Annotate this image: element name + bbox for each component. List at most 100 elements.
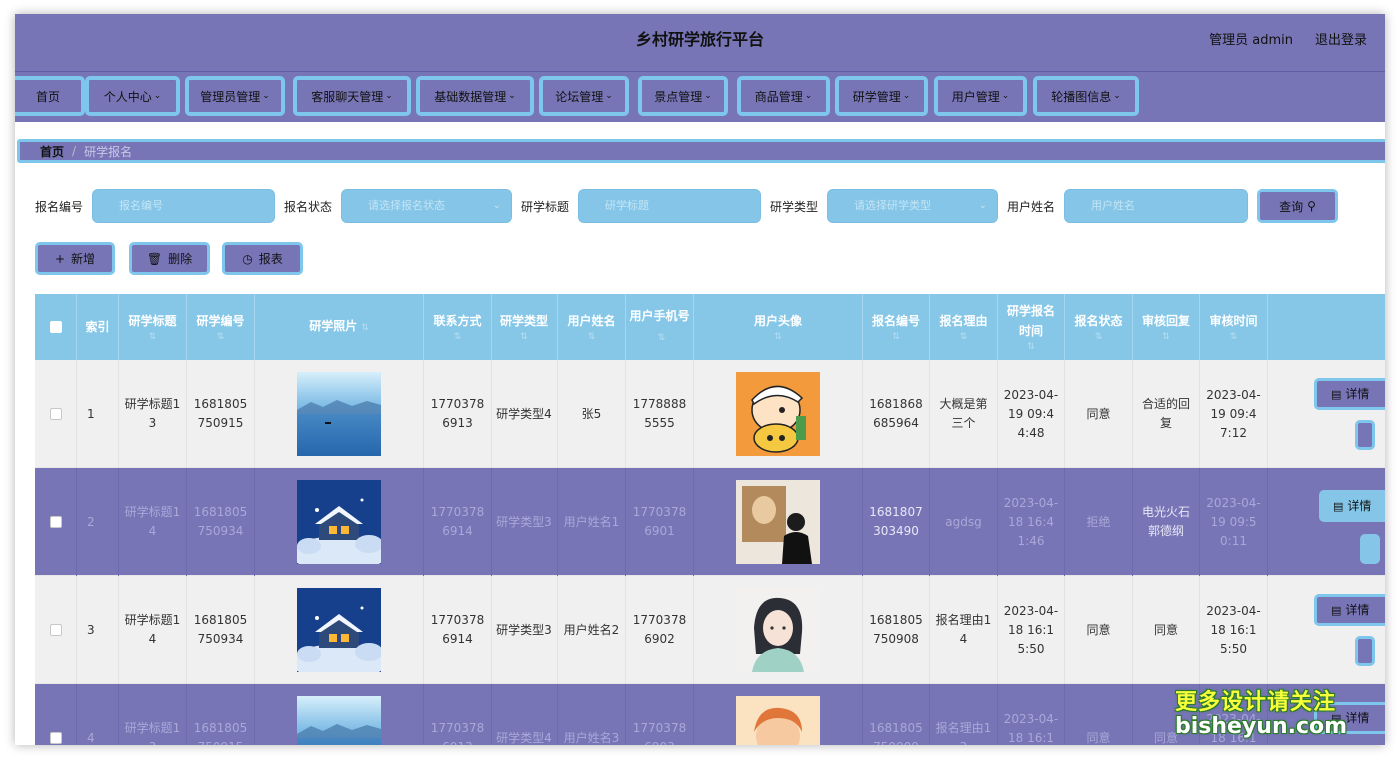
type-select[interactable]: 请选择研学类型 ⌄	[827, 189, 998, 223]
row-select-cell	[35, 360, 77, 468]
nav-item-4[interactable]: 基础数据管理 ⌄	[416, 76, 534, 116]
row-checkbox[interactable]	[49, 408, 62, 420]
delete-button-label: 删除	[168, 252, 193, 266]
nav-item-3[interactable]: 客服聊天管理 ⌄	[293, 76, 411, 116]
chevron-down-icon: ⌄	[1113, 91, 1121, 101]
column-header-5[interactable]: 研学类型 ⇅	[491, 294, 558, 360]
column-header-1[interactable]: 研学标题 ⇅	[119, 294, 187, 360]
cell-text: 17788885555	[632, 397, 687, 430]
column-header-label: 联系方式	[433, 314, 482, 328]
cell-signup_no: 1681868685964	[863, 360, 930, 468]
nav-item-9[interactable]: 用户管理 ⌄	[934, 76, 1027, 116]
column-header-8[interactable]: 用户头像 ⇅	[694, 294, 863, 360]
cell-title: 研学标题13	[119, 360, 187, 468]
nav-item-7[interactable]: 商品管理 ⌄	[737, 76, 830, 116]
add-button-label: 新增	[71, 252, 96, 266]
query-button[interactable]: 查询 ⚲	[1257, 189, 1338, 223]
add-button[interactable]: + 新增	[35, 242, 115, 275]
column-header-3[interactable]: 研学照片 ⇅	[255, 294, 424, 360]
column-header-11[interactable]: 研学报名时间 ⇅	[998, 294, 1065, 360]
column-header-13[interactable]: 审核回复 ⇅	[1133, 294, 1200, 360]
cell-index: 2	[77, 468, 119, 576]
cell-signup_time: 2023-04-18 16:41:46	[998, 468, 1065, 576]
study-photo	[255, 468, 424, 576]
table-header: 索引 研学标题 ⇅ 研学编号 ⇅ 研学照片 ⇅ 联系方式 ⇅ 研学类型 ⇅ 用户姓名 ⇅ 用户手机号⇅ 用户…	[35, 294, 1385, 360]
username-input[interactable]: 用户姓名	[1064, 189, 1248, 223]
cell-text: 研学类型3	[496, 622, 552, 637]
cell-text: 报名理由13	[935, 721, 992, 745]
column-header-6[interactable]: 用户姓名 ⇅	[558, 294, 626, 360]
user-avatar	[694, 684, 863, 745]
sort-icon: ⇅	[453, 332, 462, 342]
plus-icon: +	[54, 251, 66, 266]
cell-contact: 17703786914	[424, 576, 492, 684]
table-row[interactable]: 3 研学标题14 1681805750934 17703786914 研学类型3 用户姓名…	[35, 576, 1385, 684]
sort-icon: ⇅	[892, 332, 900, 342]
column-header-10[interactable]: 报名理由 ⇅	[930, 294, 998, 360]
chevron-down-icon: ⌄	[385, 91, 393, 101]
cell-name: 用户姓名2	[558, 576, 626, 684]
cell-phone: 17703786902	[626, 576, 694, 684]
cell-reason: 报名理由13	[930, 684, 998, 745]
row-checkbox[interactable]	[49, 732, 62, 744]
table-row[interactable]: 1 研学标题13 1681805750915 17703786913 研学类型4 张5 17…	[35, 360, 1385, 468]
cell-text: 1	[87, 406, 95, 421]
user-avatar	[694, 468, 863, 576]
detail-button[interactable]: ▤ 详情	[1314, 594, 1385, 626]
signup-no-input[interactable]: 报名编号	[92, 189, 275, 223]
column-header-7[interactable]: 用户手机号 ⇅	[626, 294, 694, 360]
cell-text: 研学类型4	[496, 730, 552, 745]
cell-phone: 17703786903	[626, 684, 694, 745]
nav-item-6[interactable]: 景点管理 ⌄	[638, 76, 728, 116]
sort-icon: ⇅	[1229, 332, 1238, 342]
cell-contact: 17703786913	[424, 360, 492, 468]
cell-text: 1681805750915	[193, 721, 248, 745]
report-button[interactable]: ◷ 报表	[222, 242, 303, 275]
cell-text: 1681805750908	[869, 613, 923, 646]
column-header-12[interactable]: 报名状态 ⇅	[1065, 294, 1133, 360]
nav-item-5[interactable]: 论坛管理 ⌄	[539, 76, 629, 116]
select-all-checkbox[interactable]	[49, 321, 62, 333]
cell-signup_time: 2023-04-19 09:44:48	[998, 360, 1065, 468]
type-select-placeholder: 请选择研学类型	[854, 199, 931, 212]
breadcrumb-separator: /	[72, 144, 77, 158]
column-header-4[interactable]: 联系方式 ⇅	[424, 294, 492, 360]
column-header-label: 研学报名时间	[1006, 304, 1055, 338]
breadcrumb: 首页 / 研学报名	[17, 139, 1385, 163]
cell-name: 用户姓名3	[558, 684, 626, 745]
nav-item-2[interactable]: 管理员管理 ⌄	[185, 76, 285, 116]
nav-item-1[interactable]: 个人中心 ⌄	[85, 76, 180, 116]
top-header: 乡村研学旅行平台 管理员 admin 退出登录	[15, 14, 1385, 72]
nav-item-10[interactable]: 轮播图信息 ⌄	[1033, 76, 1139, 116]
row-checkbox[interactable]	[49, 516, 62, 528]
nav-item-0[interactable]: 首页	[15, 76, 85, 116]
row-checkbox[interactable]	[49, 624, 62, 636]
cell-title: 研学标题14	[119, 576, 187, 684]
table-row[interactable]: 2 研学标题14 1681805750934 17703786914 研学类型3 用户姓名…	[35, 468, 1385, 576]
logout-link[interactable]: 退出登录	[1315, 29, 1367, 48]
cell-contact: 17703786913	[424, 684, 492, 745]
column-header-9[interactable]: 报名编号 ⇅	[863, 294, 930, 360]
status-select[interactable]: 请选择报名状态 ⌄	[341, 189, 512, 223]
query-button-label: 查询	[1279, 199, 1304, 214]
detail-button[interactable]: ▤ 详情	[1319, 490, 1385, 522]
delete-button[interactable]: 🗑 删除	[129, 242, 210, 275]
breadcrumb-home[interactable]: 首页	[40, 143, 64, 160]
column-header-wrap: 用户手机号 ⇅	[626, 306, 693, 348]
cell-signup_no: 1681807303490	[863, 468, 930, 576]
cell-reply: 电光火石郭德纲	[1133, 468, 1200, 576]
column-header-2[interactable]: 研学编号 ⇅	[187, 294, 255, 360]
cell-text: 1681805750934	[193, 613, 248, 646]
cell-text: 2023-04-18 16:15:50	[1206, 603, 1261, 656]
column-header-14[interactable]: 审核时间 ⇅	[1200, 294, 1268, 360]
detail-button[interactable]: ▤ 详情	[1314, 378, 1385, 410]
more-action-button[interactable]	[1360, 534, 1380, 564]
title-input[interactable]: 研学标题	[578, 189, 761, 223]
cell-text: 17703786914	[430, 505, 485, 538]
cell-reason: 报名理由14	[930, 576, 998, 684]
more-action-button[interactable]	[1355, 420, 1375, 450]
more-action-button[interactable]	[1355, 636, 1375, 666]
nav-item-8[interactable]: 研学管理 ⌄	[835, 76, 928, 116]
user-avatar	[694, 576, 863, 684]
cell-text: 2023-04-19 09:50:11	[1206, 495, 1261, 548]
